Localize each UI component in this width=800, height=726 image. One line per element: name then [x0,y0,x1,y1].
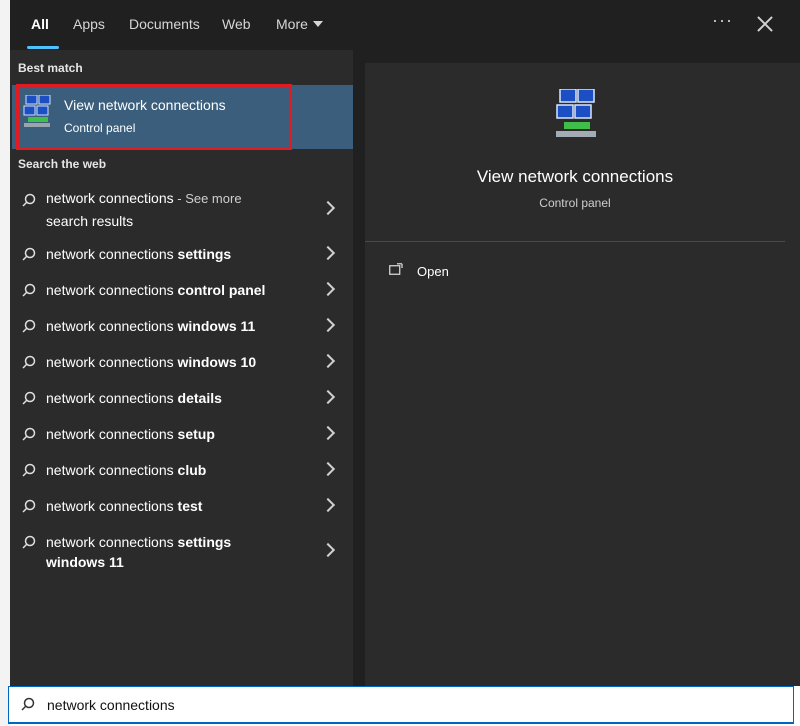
network-connections-large-icon [556,89,596,137]
tab-apps[interactable]: Apps [73,16,105,32]
chevron-down-icon [312,21,323,28]
web-suggestion-windows-10[interactable]: network connections windows 10 [10,345,353,381]
suggestion-base: network connections [46,282,178,298]
annotation-highlight-box [16,84,292,150]
web-suggestion-test[interactable]: network connections test [10,489,353,525]
web-suggestion-windows-11[interactable]: network connections windows 11 [10,309,353,345]
suggestion-bold: test [177,498,203,514]
search-query-text: network connections [47,697,175,713]
chevron-right-icon [320,200,336,216]
chevron-right-icon [320,281,336,297]
web-suggestion-details[interactable]: network connections details [10,381,353,417]
suggestion-base: network connections [46,498,178,514]
open-icon [389,263,403,275]
suggestion-base: network connections [46,426,178,442]
tab-all[interactable]: All [31,16,49,32]
search-icon [22,319,36,333]
active-tab-indicator [27,46,59,49]
filter-bar: All Apps Documents Web More ··· [10,0,800,50]
chevron-right-icon [320,542,336,558]
suggestion-base: network connections [46,390,178,406]
chevron-right-icon [320,497,336,513]
web-suggestion-settings[interactable]: network connections settings [10,237,353,273]
preview-pane: View network connections Control panel O… [365,63,800,686]
search-icon [22,247,36,261]
chevron-right-icon [320,461,336,477]
suggestion-bold: windows 11 [177,318,256,334]
see-more-text: - See more [173,191,242,206]
chevron-right-icon [320,425,336,441]
best-match-heading: Best match [18,61,83,75]
suggestion-base: network connections [46,462,178,478]
suggestion-bold: club [177,462,207,478]
preview-title: View network connections [476,167,674,186]
search-icon [22,535,36,549]
suggestion-bold: settings [177,534,232,550]
preview-subtitle: Control panel [539,196,611,210]
suggestion-base: network connections [46,354,178,370]
search-icon [22,193,36,207]
suggestion-bold: details [177,390,222,406]
suggestion-bold: setup [177,426,215,442]
web-suggestion-settings-windows-11[interactable]: network connections settings windows 11 [10,525,353,573]
search-input[interactable]: network connections [8,686,794,724]
search-icon [22,427,36,441]
search-web-heading: Search the web [18,157,107,171]
tab-documents[interactable]: Documents [129,16,200,32]
web-suggestion-club[interactable]: network connections club [10,453,353,489]
preview-header: View network connections Control panel [365,63,800,241]
search-icon [21,697,35,711]
background-window-edge [0,0,10,726]
tab-more[interactable]: More [276,16,323,32]
web-result-see-more[interactable]: network connections - See more search re… [10,183,353,233]
web-result-subtext: search results [46,213,134,229]
close-icon[interactable] [755,14,775,34]
web-suggestion-setup[interactable]: network connections setup [10,417,353,453]
search-icon [22,391,36,405]
web-result-text: network connections [46,190,174,206]
suggestion-bold-line2: windows 11 [46,554,124,570]
search-icon [22,355,36,369]
suggestion-bold: control panel [177,282,266,298]
suggestion-bold: settings [177,246,232,262]
suggestion-base: network connections [46,246,178,262]
search-icon [22,463,36,477]
tab-web[interactable]: Web [222,16,251,32]
chevron-right-icon [320,245,336,261]
chevron-right-icon [320,317,336,333]
web-suggestion-control-panel[interactable]: network connections control panel [10,273,353,309]
suggestion-bold: windows 10 [177,354,257,370]
tab-more-label: More [276,16,308,32]
suggestion-base: network connections [46,534,178,550]
more-options-button[interactable]: ··· [712,10,733,31]
search-icon [22,499,36,513]
chevron-right-icon [320,389,336,405]
suggestion-base: network connections [46,318,178,334]
open-action[interactable]: Open [417,264,449,279]
preview-divider [365,241,785,242]
chevron-right-icon [320,353,336,369]
search-icon [22,283,36,297]
